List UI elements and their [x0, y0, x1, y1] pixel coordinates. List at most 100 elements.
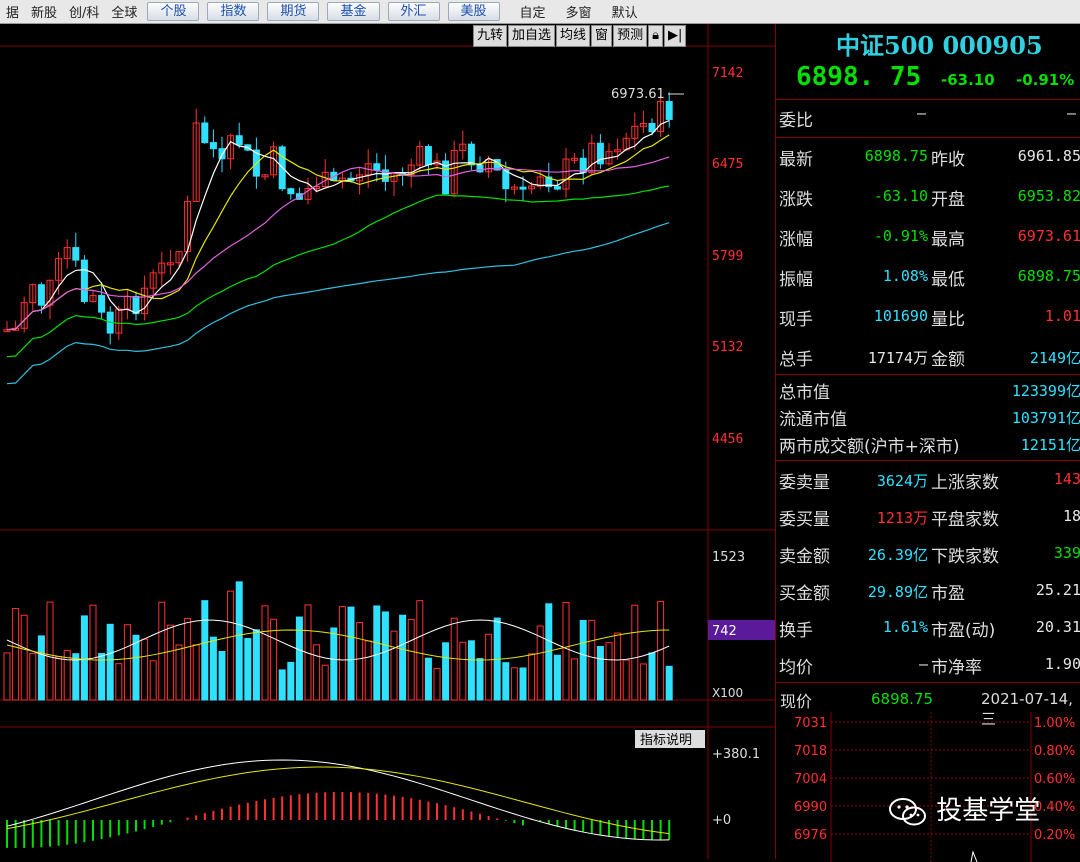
quote-label: 总手: [779, 350, 813, 370]
now-price-value: 6898.75: [871, 690, 934, 708]
price-tick-label: 5799: [712, 249, 743, 264]
chart-toolbar: 九转 加自选 均线 窗 预测 🔒︎ ▶|: [473, 25, 687, 47]
candle-body: [218, 148, 226, 160]
volume-bar: [390, 630, 398, 701]
quote-label: 开盘: [931, 190, 965, 210]
quote-row: 换手 1.61% 市盈(动) 20.31: [776, 608, 1080, 646]
candle-body: [553, 186, 561, 190]
high-price-label: 6973.61: [611, 87, 665, 102]
candle-body: [72, 247, 80, 261]
volume-bar: [201, 600, 209, 701]
quote-label: 买金额: [779, 584, 830, 604]
tool-moving-average[interactable]: 均线: [556, 25, 591, 47]
price-change-pct: -0.91%: [1016, 71, 1075, 89]
tool-forecast[interactable]: 预测: [613, 25, 648, 47]
mini-price-label: 6976: [794, 828, 827, 843]
quote-row: 涨跌 -63.10 开盘 6953.82: [776, 177, 1080, 215]
volume-bar: [175, 644, 183, 701]
intraday-mini-chart[interactable]: 7031 1.00%7018 0.80%7004 0.60%6990 0.40%6976…: [776, 712, 1080, 862]
quote-value: 1213万: [876, 509, 928, 527]
volume-bar: [287, 661, 295, 701]
mini-pct-label: 0.80%: [1034, 744, 1075, 759]
quote-label: 最新: [779, 150, 813, 170]
quote-value: 17174万: [867, 349, 928, 367]
market-label: 总市值: [779, 383, 830, 403]
volume-bar: [321, 664, 329, 701]
quote-label: 市盈(动): [931, 621, 996, 641]
tool-add-watchlist[interactable]: 加自选: [508, 25, 556, 47]
price-change: -63.10: [941, 71, 995, 89]
quote-row: 涨幅 -0.91% 最高 6973.61: [776, 217, 1080, 255]
quote-value: 2149亿: [1029, 349, 1080, 367]
macd-tick-label: +380.1: [712, 747, 760, 762]
volume-bar: [295, 616, 303, 701]
tool-window[interactable]: 窗: [591, 25, 613, 47]
candle-body: [424, 146, 432, 166]
quote-label: 委买量: [779, 510, 830, 530]
candle-body: [98, 295, 106, 313]
quote-row: 总手 17174万 金额 2149亿: [776, 337, 1080, 375]
volume-bar: [528, 653, 536, 701]
quote-value: 6973.61: [1017, 227, 1080, 245]
volume-bar: [89, 604, 97, 701]
candle-body: [476, 164, 484, 173]
volume-bar: [399, 614, 407, 701]
ma60-line: [6, 222, 670, 385]
volume-bar: [442, 642, 450, 701]
watermark-text: 投基学堂: [936, 796, 1041, 826]
mini-price-label: 6990: [794, 800, 827, 815]
volume-bar: [261, 605, 269, 701]
mini-pct-label: 0.20%: [1034, 828, 1075, 843]
volume-bar: [485, 633, 493, 701]
volume-bar: [364, 640, 372, 701]
weibi-value: –: [916, 104, 926, 122]
volume-bar: [209, 636, 217, 701]
volume-bar: [588, 619, 596, 701]
volume-bar: [510, 667, 518, 701]
candle-body: [287, 188, 295, 195]
volume-bar: [639, 663, 647, 701]
quote-label: 现手: [779, 310, 813, 330]
collapse-right-icon[interactable]: ▶|: [664, 25, 687, 47]
mini-price-label: 7004: [794, 772, 827, 787]
volume-bar: [184, 617, 192, 701]
volume-bar: [373, 605, 381, 701]
volume-bar: [467, 640, 475, 701]
volume-bar: [605, 642, 613, 701]
candle-body: [235, 135, 243, 146]
volume-bar: [433, 667, 441, 701]
volume-bar: [622, 659, 630, 701]
volume-bar: [596, 646, 604, 701]
volume-bar: [227, 590, 235, 701]
volume-bar: [571, 658, 579, 701]
volume-bar: [235, 581, 243, 701]
volume-bar: [553, 654, 561, 701]
quote-value: 1.01: [1044, 307, 1080, 325]
quote-value: 20.31: [1035, 618, 1080, 636]
tool-nine-turn[interactable]: 九转: [473, 25, 508, 47]
security-title: 中证500 000905: [836, 31, 1043, 60]
volume-bar: [72, 653, 80, 701]
quote-row: 委卖量 3624万 上涨家数 143: [776, 460, 1080, 498]
volume-bar: [270, 618, 278, 701]
volume-bar: [218, 650, 226, 701]
candle-body: [201, 122, 209, 144]
volume-bar: [347, 606, 355, 701]
lock-icon[interactable]: 🔒︎: [648, 25, 663, 47]
volume-bar: [665, 665, 673, 701]
candle-body: [80, 259, 88, 302]
quote-value: 6898.75: [1017, 267, 1080, 285]
candle-body: [373, 163, 381, 171]
volume-bar: [407, 618, 415, 701]
mini-pct-label: 1.00%: [1034, 716, 1075, 731]
kline-chart[interactable]: 7142 6475 5799 5132 4456 1523 742 X100 指标说明 +380…: [0, 0, 775, 859]
last-price: 6898. 75: [796, 62, 922, 92]
quote-value: 3624万: [876, 472, 928, 490]
quote-label: 金额: [931, 350, 965, 370]
volume-bar: [166, 624, 174, 701]
ma30-line: [6, 185, 670, 358]
volume-ma-line: [6, 619, 670, 661]
quote-label: 振幅: [779, 270, 813, 290]
indicator-help-label: 指标说明: [640, 733, 692, 748]
quote-label: 市盈: [931, 584, 965, 604]
